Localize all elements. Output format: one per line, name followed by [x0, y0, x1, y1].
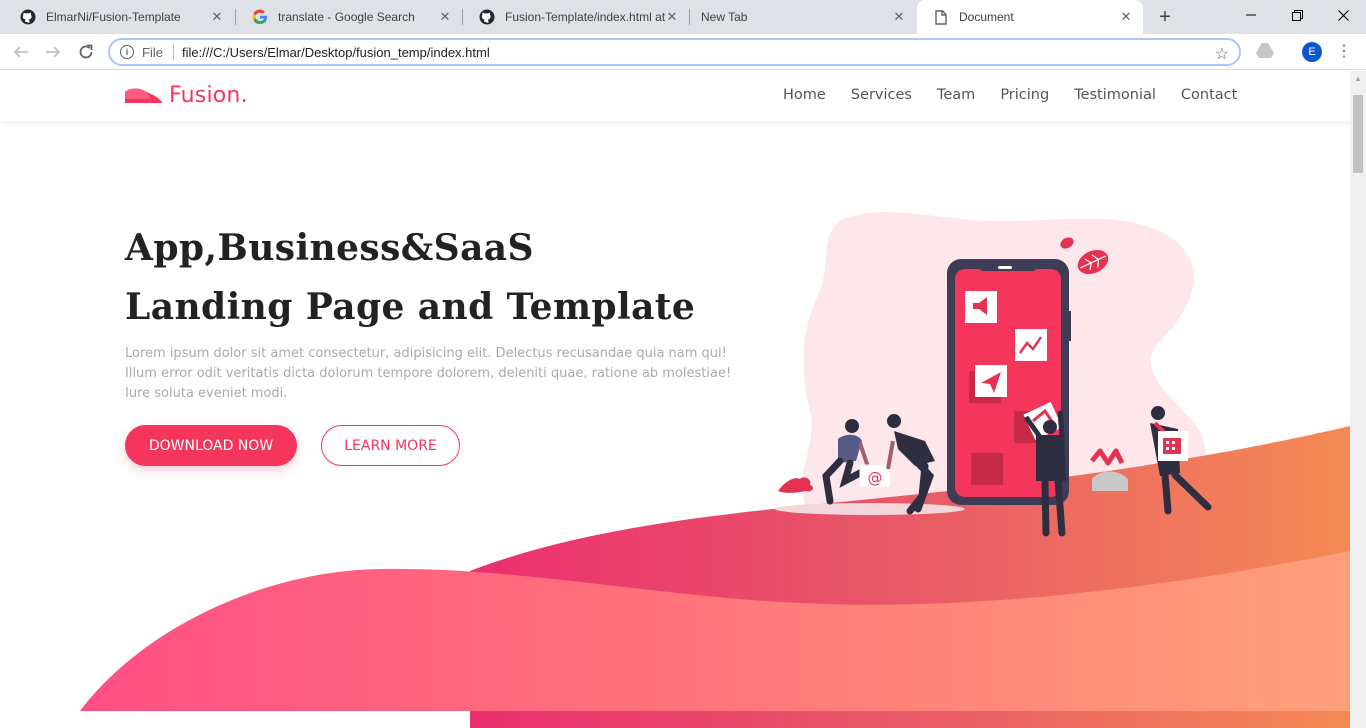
- browser-tab[interactable]: New Tab ✕: [690, 0, 916, 34]
- tab-title: ElmarNi/Fusion-Template: [46, 10, 181, 24]
- menu-kebab-icon[interactable]: ⋮: [1336, 42, 1352, 62]
- close-window-button[interactable]: [1320, 0, 1366, 30]
- github-icon: [20, 9, 36, 25]
- url-text[interactable]: file:///C:/Users/Elmar/Desktop/fusion_te…: [182, 45, 490, 60]
- scheme-label: File: [142, 44, 163, 60]
- tab-title: Document: [959, 10, 1014, 24]
- browser-tab-strip: ElmarNi/Fusion-Template ✕ translate - Go…: [0, 0, 1366, 34]
- hero-title-line2: Landing Page and Template: [125, 286, 696, 328]
- download-now-button[interactable]: DOWNLOAD NOW: [125, 425, 297, 466]
- browser-tab-active[interactable]: Document ✕: [917, 0, 1143, 34]
- tab-title: translate - Google Search: [278, 10, 415, 24]
- close-icon[interactable]: ✕: [210, 10, 224, 24]
- nav-services[interactable]: Services: [851, 87, 912, 103]
- browser-tab[interactable]: Fusion-Template/index.html at ✕: [463, 0, 689, 34]
- browser-tab[interactable]: translate - Google Search ✕: [236, 0, 462, 34]
- browser-toolbar: i File file:///C:/Users/Elmar/Desktop/fu…: [0, 34, 1366, 70]
- svg-text:@: @: [868, 469, 883, 487]
- close-icon[interactable]: ✕: [1119, 10, 1133, 24]
- brand-logo[interactable]: Fusion.: [125, 83, 248, 108]
- browser-tab[interactable]: ElmarNi/Fusion-Template ✕: [4, 0, 234, 34]
- address-bar[interactable]: i File file:///C:/Users/Elmar/Desktop/fu…: [108, 38, 1241, 66]
- forward-arrow-icon[interactable]: [41, 40, 65, 64]
- page-viewport: @ Fusion. Home Services Team Pricing Tes…: [0, 71, 1350, 728]
- brand-name: Fusion.: [169, 83, 248, 108]
- page-scrollbar[interactable]: ▲: [1350, 71, 1366, 728]
- tab-title: Fusion-Template/index.html at: [505, 10, 665, 24]
- hero-title: App,Business&SaaS Landing Page and Templ…: [125, 219, 695, 337]
- close-icon[interactable]: ✕: [892, 10, 906, 24]
- info-icon[interactable]: i: [120, 45, 134, 59]
- tab-title: New Tab: [701, 10, 748, 24]
- reload-icon[interactable]: [74, 40, 98, 64]
- logo-mark-icon: [125, 83, 165, 108]
- scroll-thumb[interactable]: [1353, 95, 1363, 173]
- address-divider: [172, 44, 174, 60]
- profile-avatar[interactable]: E: [1302, 42, 1322, 62]
- nav-contact[interactable]: Contact: [1181, 87, 1237, 103]
- restore-button[interactable]: [1274, 0, 1320, 30]
- back-arrow-icon[interactable]: [9, 40, 33, 64]
- learn-more-button[interactable]: LEARN MORE: [321, 425, 460, 466]
- nav-testimonial[interactable]: Testimonial: [1074, 87, 1156, 103]
- nav-home[interactable]: Home: [783, 87, 826, 103]
- bookmark-star-icon[interactable]: ☆: [1215, 44, 1229, 64]
- hero-title-line1: App,Business&SaaS: [125, 227, 534, 269]
- drive-extension-icon[interactable]: [1256, 42, 1276, 62]
- document-icon: [933, 9, 949, 25]
- minimize-button[interactable]: [1228, 0, 1274, 30]
- close-icon[interactable]: ✕: [438, 10, 452, 24]
- new-tab-button[interactable]: +: [1154, 6, 1176, 28]
- google-icon: [252, 9, 268, 25]
- scroll-up-arrow-icon[interactable]: ▲: [1350, 71, 1366, 87]
- nav-pricing[interactable]: Pricing: [1000, 87, 1049, 103]
- close-icon[interactable]: ✕: [665, 10, 679, 24]
- main-nav: Home Services Team Pricing Testimonial C…: [783, 87, 1262, 103]
- site-header: Fusion. Home Services Team Pricing Testi…: [0, 71, 1350, 121]
- nav-team[interactable]: Team: [937, 87, 975, 103]
- github-icon: [479, 9, 495, 25]
- hero-description: Lorem ipsum dolor sit amet consectetur, …: [125, 346, 732, 401]
